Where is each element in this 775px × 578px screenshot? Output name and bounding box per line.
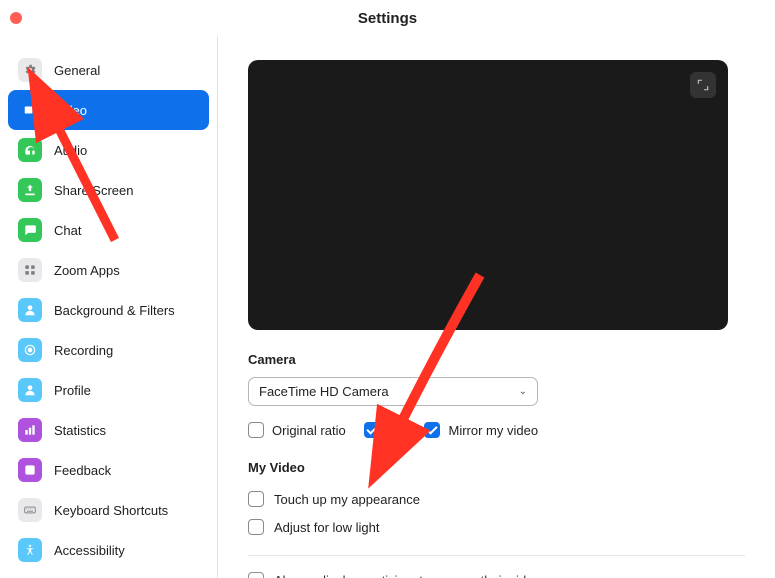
option-label: Always display participant name on their…: [274, 573, 547, 578]
option-label: Mirror my video: [448, 423, 538, 438]
video-icon: [18, 98, 42, 122]
sidebar-item-recording[interactable]: Recording: [8, 330, 209, 370]
sidebar-item-label: Accessibility: [54, 543, 125, 558]
profile-icon: [18, 378, 42, 402]
expand-preview-button[interactable]: [690, 72, 716, 98]
camera-options-row: Original ratio HD Mirror my video: [248, 422, 745, 438]
low-light-option[interactable]: Adjust for low light: [248, 513, 745, 541]
close-window-dot[interactable]: [10, 12, 22, 24]
window-controls: [10, 12, 42, 24]
user-icon: [18, 298, 42, 322]
sidebar-item-label: Zoom Apps: [54, 263, 120, 278]
touch-up-option[interactable]: Touch up my appearance: [248, 485, 745, 513]
video-preview: [248, 60, 728, 330]
headphones-icon: [18, 138, 42, 162]
option-label: Adjust for low light: [274, 520, 380, 535]
sidebar-item-zoom-apps[interactable]: Zoom Apps: [8, 250, 209, 290]
sidebar: General Video Audio Share Screen Chat: [0, 36, 218, 578]
checkbox[interactable]: [424, 422, 440, 438]
option-label: HD: [388, 423, 407, 438]
apps-icon: [18, 258, 42, 282]
always-display-name-option[interactable]: Always display participant name on their…: [248, 566, 745, 578]
record-icon: [18, 338, 42, 362]
sidebar-item-label: General: [54, 63, 100, 78]
camera-select[interactable]: FaceTime HD Camera ⌄: [248, 377, 538, 406]
sidebar-item-video[interactable]: Video: [8, 90, 209, 130]
stats-icon: [18, 418, 42, 442]
sidebar-item-label: Keyboard Shortcuts: [54, 503, 168, 518]
my-video-section-title: My Video: [248, 460, 745, 475]
sidebar-item-statistics[interactable]: Statistics: [8, 410, 209, 450]
sidebar-item-background-filters[interactable]: Background & Filters: [8, 290, 209, 330]
checkbox[interactable]: [248, 422, 264, 438]
checkbox[interactable]: [364, 422, 380, 438]
sidebar-item-accessibility[interactable]: Accessibility: [8, 530, 209, 570]
checkbox[interactable]: [248, 519, 264, 535]
option-label: Touch up my appearance: [274, 492, 420, 507]
original-ratio-option[interactable]: Original ratio: [248, 422, 346, 438]
accessibility-icon: [18, 538, 42, 562]
window-title: Settings: [358, 10, 417, 27]
checkbox[interactable]: [248, 572, 264, 578]
camera-section-title: Camera: [248, 352, 745, 367]
hd-option[interactable]: HD: [364, 422, 407, 438]
checkbox[interactable]: [248, 491, 264, 507]
gear-icon: [18, 58, 42, 82]
chat-icon: [18, 218, 42, 242]
sidebar-item-audio[interactable]: Audio: [8, 130, 209, 170]
sidebar-item-label: Feedback: [54, 463, 111, 478]
mirror-my-video-option[interactable]: Mirror my video: [424, 422, 538, 438]
my-video-options: Touch up my appearance Adjust for low li…: [248, 485, 745, 541]
sidebar-item-profile[interactable]: Profile: [8, 370, 209, 410]
content-area: General Video Audio Share Screen Chat: [0, 36, 775, 578]
feedback-icon: [18, 458, 42, 482]
option-label: Original ratio: [272, 423, 346, 438]
chevron-down-icon: ⌄: [519, 386, 527, 397]
sidebar-item-chat[interactable]: Chat: [8, 210, 209, 250]
sidebar-item-label: Share Screen: [54, 183, 134, 198]
sidebar-item-label: Audio: [54, 143, 87, 158]
sidebar-item-label: Chat: [54, 223, 81, 238]
sidebar-item-label: Profile: [54, 383, 91, 398]
separator: [248, 555, 745, 556]
sidebar-item-general[interactable]: General: [8, 50, 209, 90]
sidebar-item-label: Statistics: [54, 423, 106, 438]
sidebar-item-share-screen[interactable]: Share Screen: [8, 170, 209, 210]
camera-selected-value: FaceTime HD Camera: [259, 384, 389, 399]
main-panel: Camera FaceTime HD Camera ⌄ Original rat…: [218, 36, 775, 578]
sidebar-item-label: Background & Filters: [54, 303, 175, 318]
sidebar-item-feedback[interactable]: Feedback: [8, 450, 209, 490]
sidebar-item-label: Recording: [54, 343, 113, 358]
keyboard-icon: [18, 498, 42, 522]
share-screen-icon: [18, 178, 42, 202]
sidebar-item-keyboard-shortcuts[interactable]: Keyboard Shortcuts: [8, 490, 209, 530]
sidebar-item-label: Video: [54, 103, 87, 118]
titlebar: Settings: [0, 0, 775, 36]
